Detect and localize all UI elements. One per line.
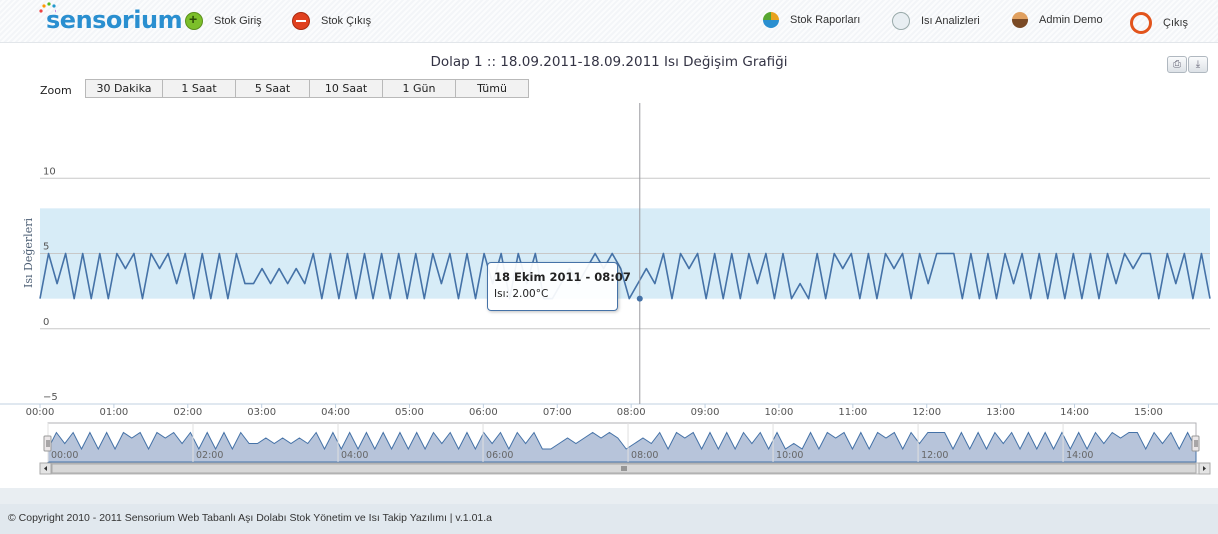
x-tick-label: 02:00: [173, 407, 202, 418]
y-tick-label: −5: [43, 392, 58, 403]
x-tick-label: 13:00: [986, 407, 1015, 418]
y-axis-title: Isı Değerleri: [22, 218, 35, 288]
navigator-tick-label: 12:00: [921, 450, 948, 461]
x-tick-label: 11:00: [838, 407, 867, 418]
x-tick-label: 01:00: [99, 407, 128, 418]
navigator-tick-label: 04:00: [341, 450, 368, 461]
hover-point: [636, 295, 643, 302]
x-tick-label: 10:00: [765, 407, 794, 418]
tooltip-value: Isı: 2.00°C: [494, 288, 549, 300]
y-tick-label: 5: [43, 242, 49, 253]
tooltip-title: 18 Ekim 2011 - 08:07: [494, 270, 631, 284]
x-tick-label: 05:00: [395, 407, 424, 418]
navigator-tick-label: 08:00: [631, 450, 658, 461]
x-tick-label: 07:00: [543, 407, 572, 418]
navigator-tick-label: 00:00: [51, 450, 78, 461]
x-tick-label: 12:00: [912, 407, 941, 418]
navigator-tick-label: 10:00: [776, 450, 803, 461]
y-tick-label: 10: [43, 166, 56, 177]
x-tick-label: 08:00: [617, 407, 646, 418]
navigator-tick-label: 14:00: [1066, 450, 1093, 461]
navigator-tick-label: 06:00: [486, 450, 513, 461]
x-tick-label: 06:00: [469, 407, 498, 418]
footer-text: © Copyright 2010 - 2011 Sensorium Web Ta…: [8, 512, 492, 524]
y-tick-label: 0: [43, 317, 49, 328]
x-tick-label: 09:00: [691, 407, 720, 418]
temperature-chart: −5 0 5 10 Isı Değerleri 00:00 01:00 02:00 03:00 0…: [0, 103, 1218, 475]
x-tick-label: 15:00: [1134, 407, 1163, 418]
x-tick-label: 00:00: [26, 407, 55, 418]
x-tick-label: 03:00: [247, 407, 276, 418]
navigator-tick-label: 02:00: [196, 450, 223, 461]
x-tick-label: 04:00: [321, 407, 350, 418]
x-tick-label: 14:00: [1060, 407, 1089, 418]
chart-tooltip: 18 Ekim 2011 - 08:07 Isı: 2.00°C: [487, 262, 631, 311]
